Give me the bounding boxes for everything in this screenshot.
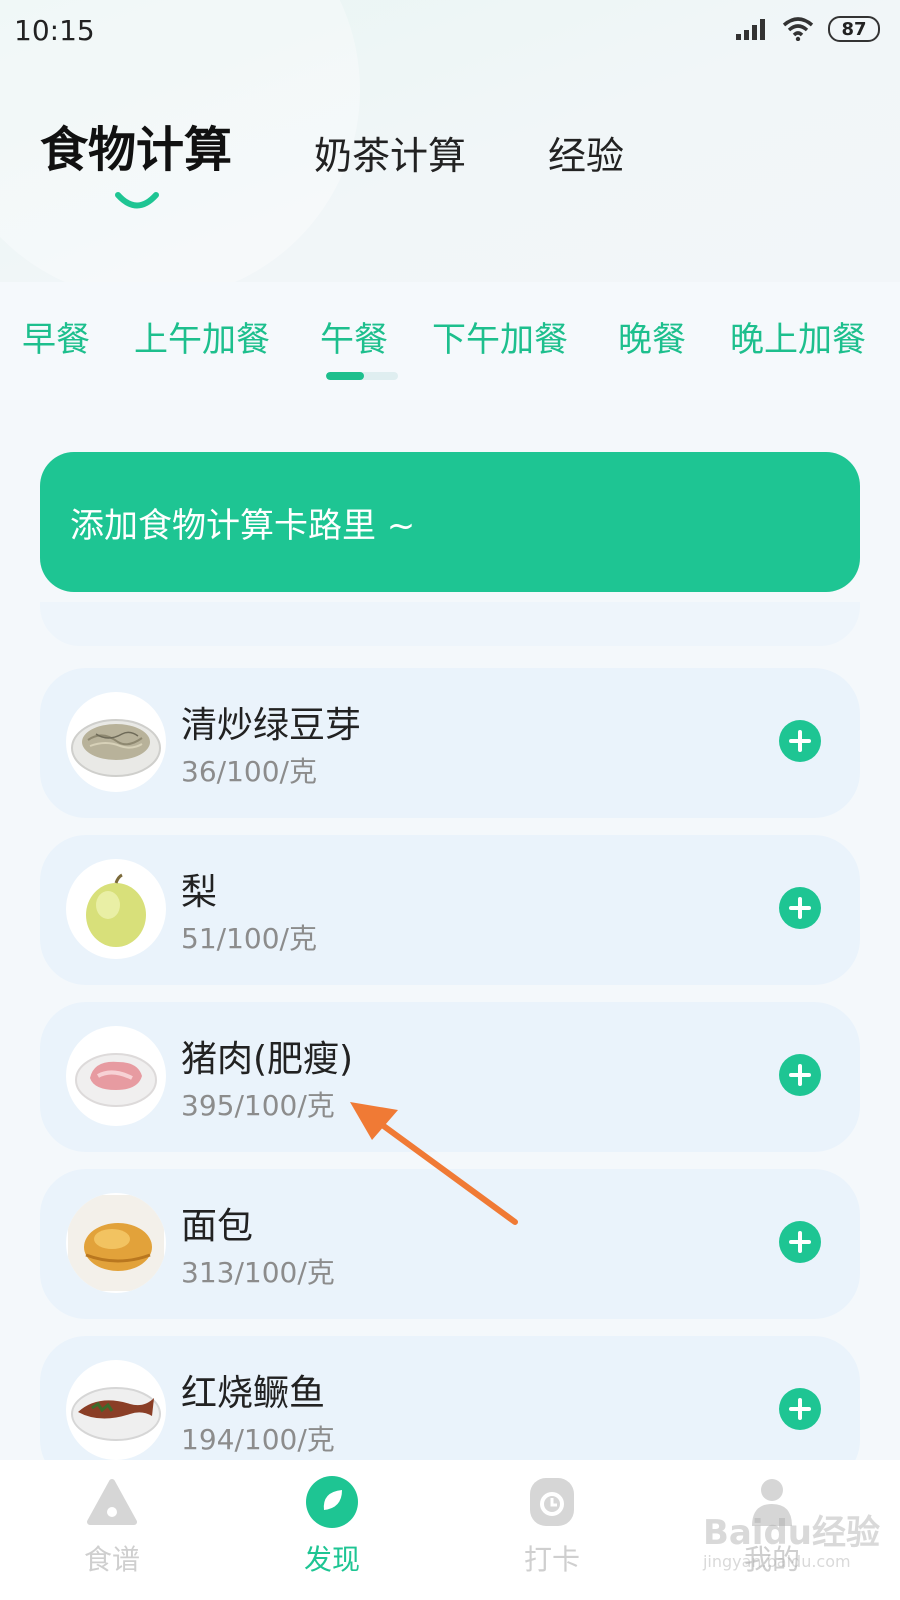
food-item[interactable]: 清炒绿豆芽 36/100/克 (40, 668, 860, 818)
meal-tab-dinner[interactable]: 晚餐 (618, 312, 686, 361)
plus-icon (789, 1064, 811, 1086)
food-name: 梨 (181, 872, 218, 913)
food-item[interactable]: 梨 51/100/克 (40, 835, 860, 985)
header: 10:15 87 食物计算 奶茶计算 经验 (0, 0, 900, 282)
tab-experience[interactable]: 经验 (548, 125, 624, 180)
active-tab-smile-indicator (115, 192, 159, 209)
food-calories: 313/100/克 (181, 1256, 335, 1289)
add-food-button[interactable]: 添加食物计算卡路里 ~ (40, 452, 860, 592)
food-calories: 194/100/克 (181, 1423, 335, 1456)
meal-tabs: 早餐 上午加餐 午餐 下午加餐 晚餐 晚上加餐 (0, 282, 900, 400)
braised-fish-image (66, 1360, 166, 1460)
bean-sprouts-image (66, 692, 166, 792)
plus-icon (789, 1231, 811, 1253)
checkin-icon (530, 1478, 574, 1526)
add-food-plus-button[interactable] (779, 1054, 821, 1096)
food-name: 清炒绿豆芽 (181, 705, 362, 746)
discover-icon (306, 1476, 358, 1528)
add-food-plus-button[interactable] (779, 1388, 821, 1430)
food-name: 红烧鳜鱼 (181, 1373, 326, 1414)
meal-tab-afternoon-snack[interactable]: 下午加餐 (432, 312, 568, 361)
food-name: 面包 (181, 1206, 254, 1247)
nav-label: 打卡 (523, 1543, 580, 1576)
pork-image (66, 1026, 166, 1126)
top-tabs: 食物计算 奶茶计算 经验 (40, 110, 706, 180)
food-calories: 36/100/克 (181, 755, 317, 788)
meal-tab-night-snack[interactable]: 晚上加餐 (730, 312, 866, 361)
bread-image (66, 1193, 166, 1293)
plus-icon (789, 1398, 811, 1420)
plus-icon (789, 730, 811, 752)
watermark-brand: Baidu经验 (702, 1513, 880, 1553)
add-food-plus-button[interactable] (779, 720, 821, 762)
food-calories: 395/100/克 (181, 1089, 335, 1122)
add-food-plus-button[interactable] (779, 1221, 821, 1263)
food-calories: 51/100/克 (181, 922, 317, 955)
status-icons: 87 (736, 16, 880, 42)
meal-tab-breakfast[interactable]: 早餐 (22, 312, 90, 361)
recipe-icon (87, 1479, 137, 1525)
tab-food-calc[interactable]: 食物计算 (40, 110, 232, 180)
annotation-arrow (350, 1102, 518, 1225)
wifi-icon (782, 17, 814, 41)
battery-indicator: 87 (828, 16, 880, 42)
status-time: 10:15 (14, 14, 95, 47)
food-name: 猪肉(肥瘦) (181, 1039, 354, 1080)
status-bar: 10:15 87 (0, 0, 900, 64)
nav-recipes[interactable]: 食谱 (52, 1472, 172, 1578)
meal-tab-morning-snack[interactable]: 上午加餐 (134, 312, 270, 361)
watermark-url: jingyan.baidu.com (702, 1552, 851, 1571)
meal-tab-lunch[interactable]: 午餐 (320, 312, 388, 361)
nav-label: 发现 (303, 1543, 360, 1576)
pear-image (66, 859, 166, 959)
plus-icon (789, 897, 811, 919)
nav-label: 食谱 (83, 1543, 140, 1576)
nav-checkin[interactable]: 打卡 (492, 1472, 612, 1578)
list-top-edge (40, 602, 860, 646)
tab-milk-tea-calc[interactable]: 奶茶计算 (314, 125, 466, 180)
signal-icon (736, 19, 765, 40)
nav-discover[interactable]: 发现 (272, 1472, 392, 1578)
meal-tab-indicator (326, 372, 398, 380)
add-food-plus-button[interactable] (779, 887, 821, 929)
watermark: Baidu经验 jingyan.baidu.com (703, 1505, 880, 1571)
